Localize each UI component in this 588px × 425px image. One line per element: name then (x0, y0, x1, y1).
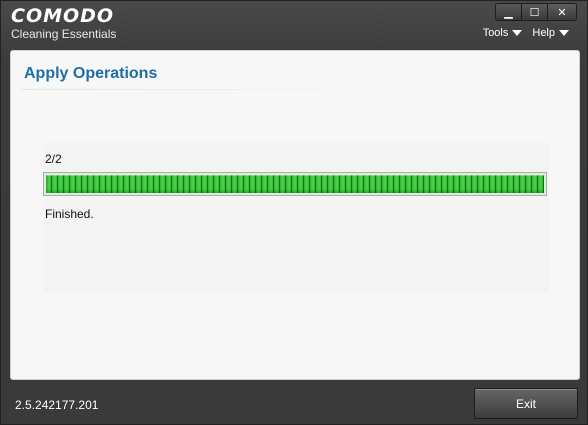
page-title: Apply Operations (24, 65, 158, 82)
progress-count: 2/2 (45, 152, 62, 166)
product-name: Cleaning Essentials (11, 27, 117, 41)
chevron-down-icon (559, 30, 569, 36)
exit-button[interactable]: Exit (474, 388, 578, 419)
close-button[interactable]: ✕ (548, 4, 576, 20)
status-text: Finished. (45, 207, 94, 221)
title-divider (21, 89, 431, 90)
help-menu[interactable]: Help (532, 27, 569, 39)
maximize-icon: ☐ (529, 6, 540, 19)
tools-menu-label: Tools (482, 27, 509, 39)
brand-block: COMODO Cleaning Essentials (11, 6, 116, 41)
minimize-button[interactable]: ▁ (496, 4, 522, 20)
app-window: COMODO Cleaning Essentials ▁ ☐ ✕ Tools H… (0, 0, 588, 425)
window-controls: ▁ ☐ ✕ (495, 3, 577, 21)
close-icon: ✕ (557, 6, 567, 19)
operations-area (44, 143, 549, 293)
tools-menu[interactable]: Tools (483, 27, 523, 39)
progress-bar-fill (46, 175, 544, 193)
progress-bar (43, 172, 547, 196)
brand-logo: COMODO (11, 5, 115, 27)
version-label: 2.5.242177.201 (15, 398, 99, 412)
help-menu-label: Help (532, 27, 555, 39)
top-menu: Tools Help (483, 27, 569, 39)
minimize-icon: ▁ (504, 6, 513, 19)
maximize-button[interactable]: ☐ (522, 4, 548, 20)
exit-button-label: Exit (515, 396, 536, 411)
chevron-down-icon (512, 30, 523, 36)
main-panel: Apply Operations 2/2 Finished. (10, 50, 580, 380)
